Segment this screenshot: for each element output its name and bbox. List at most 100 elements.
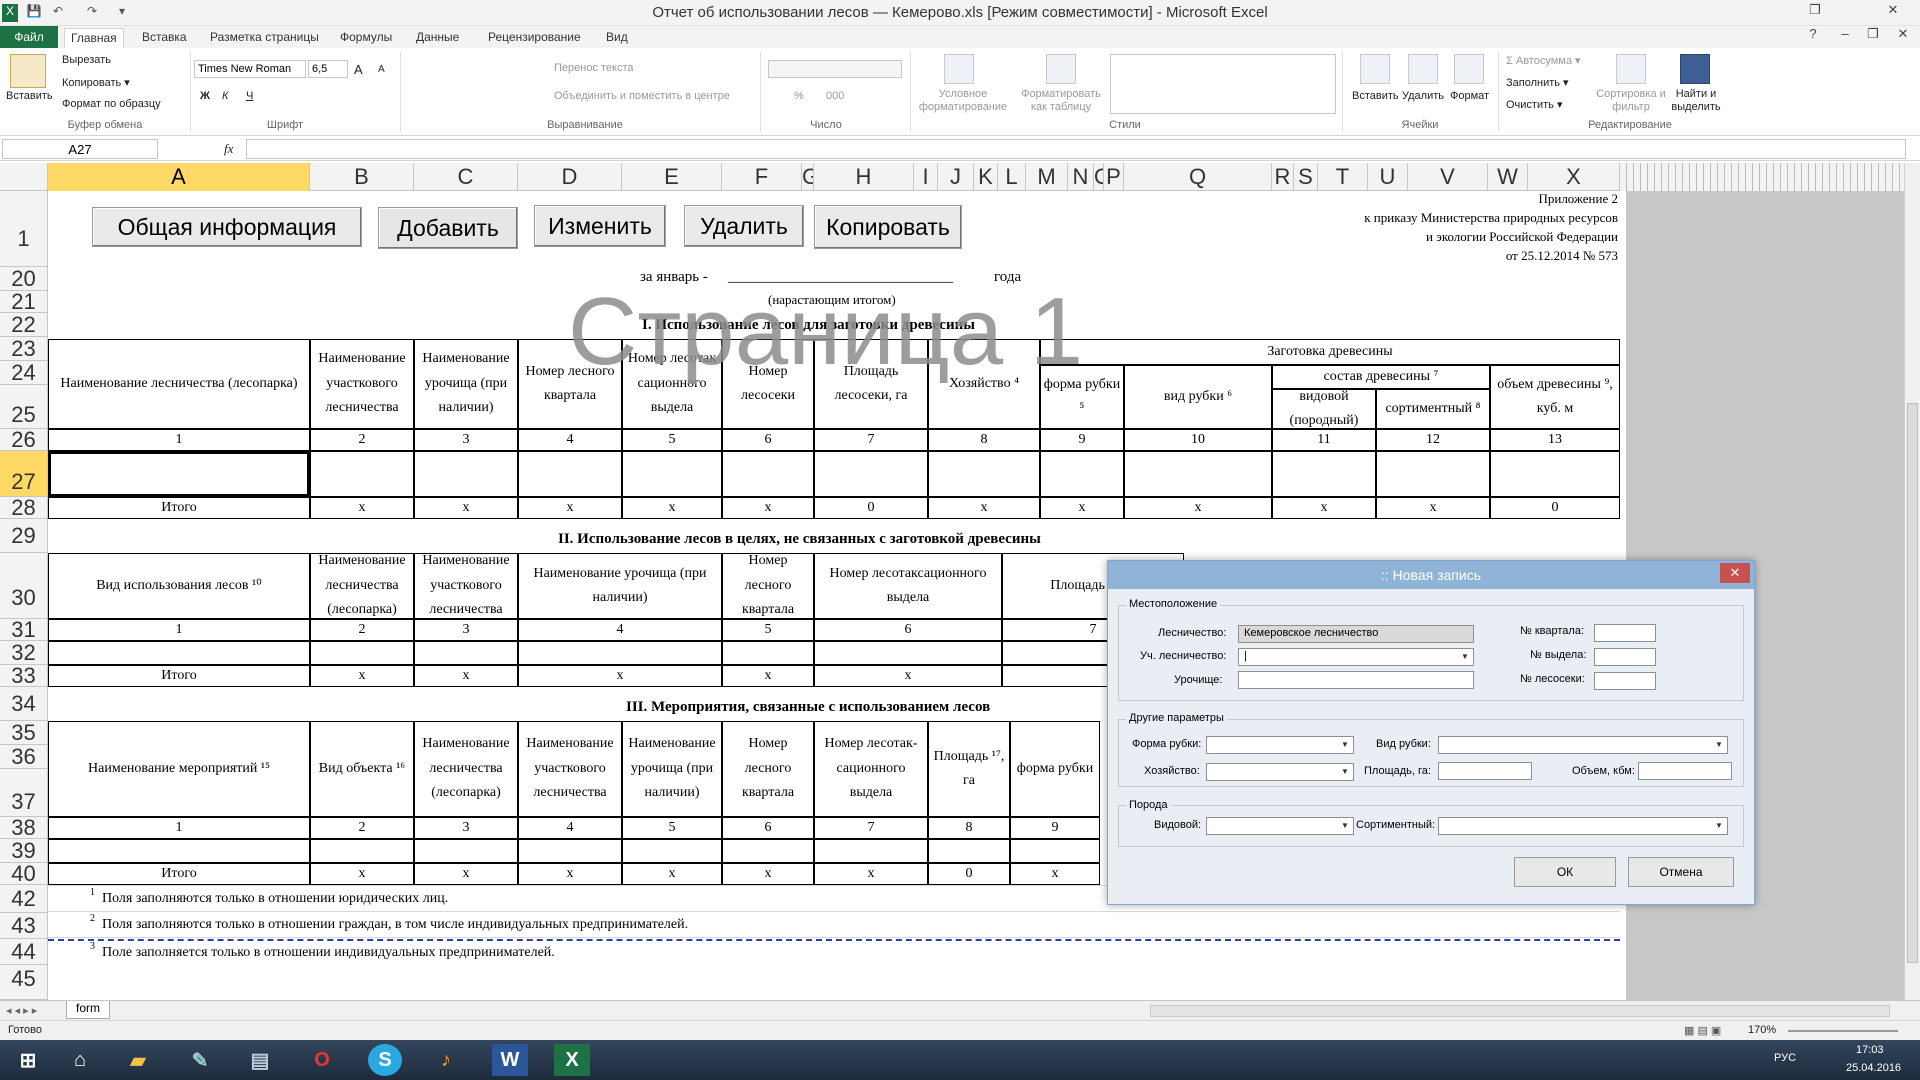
data-cell[interactable] — [1490, 451, 1620, 497]
insert-function-icon[interactable]: fx — [224, 141, 233, 157]
row-header[interactable]: 25 — [0, 385, 47, 429]
horizontal-scrollbar[interactable] — [1150, 1005, 1890, 1017]
data-cell[interactable] — [722, 839, 814, 863]
column-header-j[interactable]: J — [938, 163, 974, 191]
zoom-slider[interactable] — [1788, 1030, 1898, 1032]
calculator-icon[interactable]: ▤ — [236, 1044, 284, 1076]
column-header-a[interactable]: A — [48, 163, 310, 191]
data-cell[interactable] — [622, 451, 722, 497]
close-window-top-icon[interactable]: ✕ — [1880, 2, 1906, 22]
farm-select[interactable]: ▼ — [1206, 763, 1354, 781]
zoom-level[interactable]: 170% — [1748, 1024, 1776, 1036]
data-cell[interactable] — [518, 451, 622, 497]
district-select[interactable]: | ▼ — [1238, 648, 1474, 666]
data-cell[interactable] — [48, 839, 310, 863]
tab-file[interactable]: Файл — [0, 26, 58, 48]
number-format-select[interactable] — [768, 60, 902, 78]
row-header[interactable]: 32 — [0, 641, 47, 665]
data-cell[interactable] — [518, 839, 622, 863]
format-painter-button[interactable]: Формат по образцу — [62, 98, 161, 110]
settings-tool-icon[interactable]: ✎ — [176, 1044, 224, 1076]
column-header-g[interactable]: G — [802, 163, 814, 191]
data-cell[interactable] — [310, 451, 414, 497]
column-header-i[interactable]: I — [914, 163, 938, 191]
sheet-tab-form[interactable]: form — [66, 1001, 110, 1019]
column-header-v[interactable]: V — [1408, 163, 1488, 191]
ok-button[interactable]: ОК — [1514, 857, 1616, 887]
conditional-format-icon[interactable] — [944, 54, 974, 84]
copy-button[interactable]: Копировать ▾ — [62, 76, 130, 89]
data-cell[interactable] — [1272, 451, 1376, 497]
quarter-input[interactable] — [1594, 624, 1656, 642]
format-table-icon[interactable] — [1046, 54, 1076, 84]
row-header[interactable]: 21 — [0, 291, 47, 313]
clock-time[interactable]: 17:03 — [1856, 1044, 1884, 1056]
tab-home[interactable]: Главная — [64, 28, 124, 49]
allotment-input[interactable] — [1594, 648, 1656, 666]
tract-input[interactable] — [1238, 671, 1474, 689]
sort-filter-button[interactable]: Сортировка и фильтр — [1596, 88, 1666, 114]
sheet-nav-arrows-icon[interactable]: ◂ ◂ ▸ ▸ — [6, 1004, 37, 1017]
row-header[interactable]: 39 — [0, 839, 47, 863]
dialog-close-icon[interactable]: ✕ — [1720, 563, 1750, 583]
data-cell[interactable] — [310, 641, 414, 665]
help-icon[interactable]: ? — [1800, 26, 1826, 46]
fill-button[interactable]: Заполнить ▾ — [1506, 76, 1569, 89]
chevron-down-icon[interactable]: ▼ — [1458, 650, 1472, 664]
opera-browser-icon[interactable]: O — [298, 1044, 346, 1076]
data-cell[interactable] — [414, 641, 518, 665]
format-cells-button[interactable]: Формат — [1450, 90, 1489, 102]
row-header[interactable]: 34 — [0, 687, 47, 721]
area-input[interactable] — [1438, 762, 1532, 780]
data-cell[interactable] — [814, 839, 928, 863]
font-size-select[interactable]: 6,5 — [308, 60, 348, 78]
data-cell[interactable] — [1376, 451, 1490, 497]
underline-button[interactable]: Ч — [246, 90, 253, 102]
species-select[interactable]: ▼ — [1206, 817, 1354, 835]
tab-view[interactable]: Вид — [600, 28, 634, 48]
row-header[interactable]: 37 — [0, 769, 47, 817]
sort-filter-icon[interactable] — [1616, 54, 1646, 84]
data-cell[interactable] — [722, 641, 814, 665]
column-header-w[interactable]: W — [1488, 163, 1528, 191]
name-box[interactable]: A27 — [2, 139, 158, 159]
format-table-button[interactable]: Форматировать как таблицу — [1016, 88, 1106, 114]
data-cell[interactable] — [414, 451, 518, 497]
data-cell[interactable] — [928, 451, 1040, 497]
chevron-down-icon[interactable]: ▼ — [1338, 819, 1352, 833]
volume-input[interactable] — [1638, 762, 1732, 780]
row-header[interactable]: 31 — [0, 619, 47, 641]
column-header-e[interactable]: E — [622, 163, 722, 191]
copy-button-sheet[interactable]: Копировать — [814, 205, 962, 249]
add-button[interactable]: Добавить — [378, 207, 518, 249]
edit-button[interactable]: Изменить — [534, 205, 666, 247]
chevron-down-icon[interactable]: ▼ — [1712, 738, 1726, 752]
delete-button[interactable]: Удалить — [684, 205, 804, 247]
selected-cell-a27[interactable] — [48, 451, 310, 497]
column-header-k[interactable]: K — [974, 163, 998, 191]
row-header[interactable]: 35 — [0, 721, 47, 745]
cancel-button[interactable]: Отмена — [1628, 857, 1734, 887]
row-header[interactable]: 26 — [0, 429, 47, 451]
grow-font-button[interactable]: A — [354, 62, 363, 77]
row-header[interactable]: 22 — [0, 313, 47, 337]
clear-button[interactable]: Очистить ▾ — [1506, 98, 1562, 111]
tab-insert[interactable]: Вставка — [136, 28, 193, 48]
data-cell[interactable] — [414, 839, 518, 863]
column-header-h[interactable]: H — [814, 163, 914, 191]
minimize-ribbon-icon[interactable]: – — [1832, 26, 1858, 46]
column-header-l[interactable]: L — [998, 163, 1026, 191]
column-header-f[interactable]: F — [722, 163, 802, 191]
delete-cells-icon[interactable] — [1408, 54, 1438, 84]
plot-input[interactable] — [1594, 672, 1656, 690]
data-cell[interactable] — [48, 641, 310, 665]
column-header-q[interactable]: Q — [1124, 163, 1272, 191]
data-cell[interactable] — [622, 839, 722, 863]
column-header-c[interactable]: C — [414, 163, 518, 191]
find-binoculars-icon[interactable] — [1680, 54, 1710, 84]
row-header[interactable]: 45 — [0, 965, 47, 1000]
shrink-font-button[interactable]: A — [378, 64, 385, 75]
row-header[interactable]: 20 — [0, 267, 47, 291]
column-header-o[interactable]: O — [1094, 163, 1104, 191]
row-header[interactable]: 1 — [0, 191, 47, 267]
